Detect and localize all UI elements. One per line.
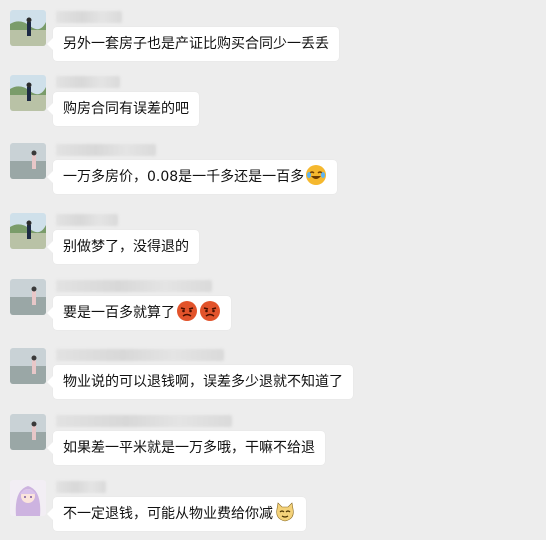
sender-name-blurred: [56, 415, 232, 427]
message-text: 另外一套房子也是产证比购买合同少一丢丢: [63, 36, 329, 52]
message-bubble[interactable]: 购房合同有误差的吧: [47, 92, 199, 126]
chat-message: 要是一百多就算了: [0, 279, 546, 339]
avatar-beach-person[interactable]: [10, 75, 46, 111]
angry-face-emoji: [176, 300, 198, 322]
message-text: 如果差一平米就是一万多哦，干嘛不给退: [63, 440, 315, 456]
message-bubble[interactable]: 一万多房价，0.08是一千多还是一百多: [46, 160, 338, 194]
message-text: 购房合同有误差的吧: [63, 101, 189, 117]
chat-message: 不一定退钱，可能从物业费给你减: [0, 480, 546, 540]
sender-name-blurred: [56, 76, 120, 88]
sender-name-blurred: [56, 11, 122, 23]
message-text: 不一定退钱，可能从物业费给你减: [63, 506, 273, 522]
message-text: 别做梦了，没得退的: [63, 239, 189, 255]
sender-name-blurred: [56, 349, 224, 361]
chat-message: 别做梦了，没得退的: [0, 213, 546, 273]
chat-message: 购房合同有误差的吧: [0, 75, 546, 135]
sender-name-blurred: [56, 214, 118, 226]
avatar-anime-girl[interactable]: [10, 480, 46, 516]
message-text: 要是一百多就算了: [63, 305, 175, 321]
sender-name-blurred: [56, 280, 212, 292]
message-bubble[interactable]: 如果差一平米就是一万多哦，干嘛不给退: [47, 431, 325, 465]
message-bubble[interactable]: 不一定退钱，可能从物业费给你减: [47, 497, 306, 531]
message-bubble[interactable]: 别做梦了，没得退的: [47, 230, 199, 264]
message-bubble[interactable]: 另外一套房子也是产证比购买合同少一丢丢: [47, 27, 339, 61]
message-bubble[interactable]: 物业说的可以退钱啊，误差多少退就不知道了: [47, 365, 353, 399]
avatar-sea-person[interactable]: [10, 414, 46, 450]
avatar-sea-person[interactable]: [10, 143, 46, 179]
laughing-crying-emoji: [305, 164, 327, 186]
avatar-beach-person[interactable]: [10, 213, 46, 249]
message-bubble[interactable]: 要是一百多就算了: [47, 296, 231, 330]
message-text: 一万多房价，0.08是一千多还是一百多: [63, 169, 305, 185]
angry-face-emoji: [199, 300, 221, 322]
message-text: 物业说的可以退钱啊，误差多少退就不知道了: [63, 374, 343, 390]
chat-message: 一万多房价，0.08是一千多还是一百多: [0, 143, 546, 203]
cat-emoji: [274, 501, 296, 523]
avatar-beach-person[interactable]: [10, 10, 46, 46]
chat-message: 如果差一平米就是一万多哦，干嘛不给退: [0, 414, 546, 474]
sender-name-blurred: [56, 144, 156, 156]
sender-name-blurred: [56, 481, 106, 493]
chat-message: 物业说的可以退钱啊，误差多少退就不知道了: [0, 348, 546, 408]
avatar-sea-person[interactable]: [10, 279, 46, 315]
chat-message: 另外一套房子也是产证比购买合同少一丢丢: [0, 10, 546, 70]
avatar-sea-person[interactable]: [10, 348, 46, 384]
